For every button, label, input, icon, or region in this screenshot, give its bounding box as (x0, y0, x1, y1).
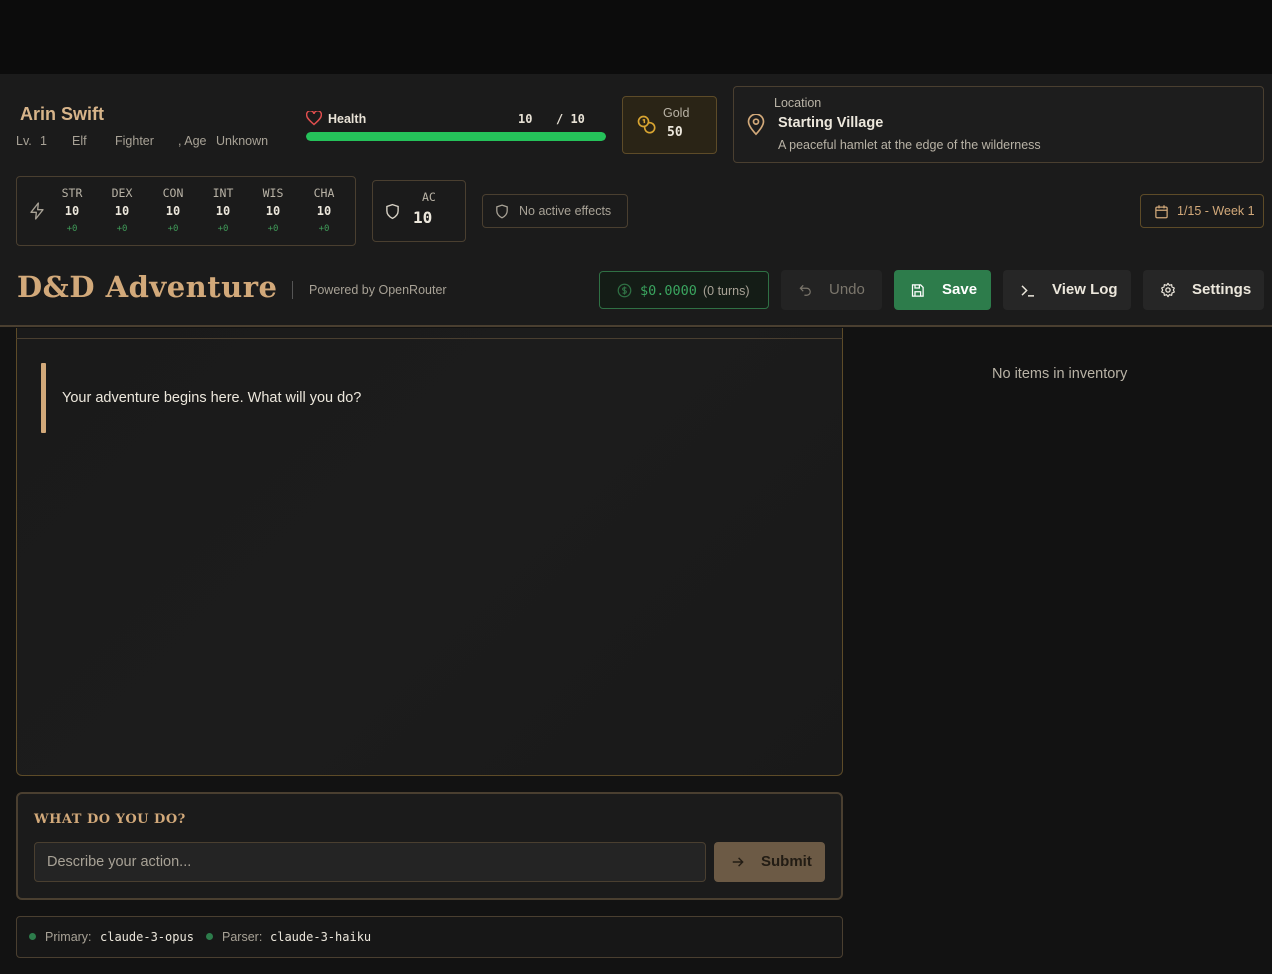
map-pin-icon (747, 114, 765, 136)
stat-value-dex: 10 (114, 204, 130, 218)
stat-name-con: CON (162, 186, 184, 200)
level-value: 1 (40, 134, 47, 148)
submit-button[interactable]: Submit (714, 842, 825, 882)
top-bar (0, 0, 1272, 74)
action-prompt-title: WHAT DO YOU DO? (34, 812, 186, 827)
arrow-right-icon (732, 857, 744, 867)
shield-icon (386, 203, 399, 220)
effects-label: No active effects (519, 204, 612, 218)
coins-icon (637, 115, 656, 134)
stat-modifier-con: +0 (167, 224, 179, 234)
undo-icon (799, 284, 811, 296)
stat-name-cha: CHA (313, 186, 335, 200)
character-race: Elf (72, 134, 87, 148)
submit-label: Submit (761, 853, 812, 870)
age-value: Unknown (216, 134, 269, 148)
view-log-label: View Log (1052, 281, 1118, 298)
terminal-icon (1021, 285, 1034, 297)
stat-name-str: STR (61, 186, 83, 200)
age-label: , Age (178, 134, 207, 148)
gold-value: 50 (667, 125, 683, 140)
primary-status-dot (29, 933, 36, 940)
app-subtitle: Powered by OpenRouter (309, 283, 447, 297)
parser-model-label: Parser: (222, 930, 263, 944)
shield-icon (496, 204, 508, 219)
stat-value-con: 10 (165, 204, 181, 218)
level-label: Lv. (16, 134, 32, 148)
action-input[interactable] (34, 842, 706, 882)
stat-modifier-dex: +0 (116, 224, 128, 234)
health-max: / 10 (556, 112, 585, 126)
health-bar (306, 132, 606, 141)
date-label: 1/15 - Week 1 (1177, 204, 1255, 218)
location-description: A peaceful hamlet at the edge of the wil… (778, 138, 1041, 152)
settings-label: Settings (1192, 281, 1252, 298)
heart-icon (306, 111, 322, 126)
stat-name-dex: DEX (111, 186, 133, 200)
parser-status-dot (206, 933, 213, 940)
stat-modifier-int: +0 (217, 224, 229, 234)
dollar-circle-icon (617, 283, 632, 298)
primary-model-label: Primary: (45, 930, 92, 944)
stat-modifier-str: +0 (66, 224, 78, 234)
primary-model-value: claude-3-opus (100, 930, 194, 944)
app-title: D&D Adventure (17, 270, 278, 304)
story-divider (16, 338, 843, 339)
date-badge: 1/15 - Week 1 (1140, 194, 1264, 228)
cost-value: $0.0000 (640, 283, 697, 299)
cost-indicator[interactable]: $0.0000 (0 turns) (599, 271, 769, 309)
inventory-empty-message: No items in inventory (992, 366, 1128, 382)
gear-icon (1161, 282, 1175, 298)
stat-name-wis: WIS (262, 186, 284, 200)
title-divider (292, 281, 293, 299)
health-current: 10 (518, 112, 533, 126)
lightning-icon (30, 202, 44, 220)
stat-value-wis: 10 (265, 204, 281, 218)
save-label: Save (942, 281, 978, 298)
health-bar-fill (306, 132, 606, 141)
effects-badge: No active effects (482, 194, 628, 228)
stat-modifier-cha: +0 (318, 224, 330, 234)
turn-count: (0 turns) (703, 284, 750, 298)
location-label: Location (774, 96, 822, 110)
stat-modifier-wis: +0 (267, 224, 279, 234)
undo-button[interactable]: Undo (781, 270, 882, 310)
undo-label: Undo (829, 281, 865, 298)
armor-class-value: 10 (413, 208, 433, 227)
character-class: Fighter (115, 134, 154, 148)
narration-text: Your adventure begins here. What will yo… (62, 390, 362, 406)
view-log-button[interactable]: View Log (1003, 270, 1131, 310)
settings-button[interactable]: Settings (1143, 270, 1264, 310)
calendar-icon (1155, 205, 1168, 219)
armor-class-label: AC (422, 190, 436, 204)
location-name: Starting Village (778, 115, 884, 131)
stat-value-int: 10 (215, 204, 231, 218)
stat-value-str: 10 (64, 204, 80, 218)
stat-name-int: INT (212, 186, 234, 200)
parser-model-value: claude-3-haiku (270, 930, 372, 944)
save-icon (911, 284, 924, 297)
character-name: Arin Swift (20, 104, 104, 124)
narration-accent-bar (41, 363, 46, 433)
health-label: Health (328, 112, 367, 126)
stat-value-cha: 10 (316, 204, 332, 218)
save-button[interactable]: Save (894, 270, 991, 310)
gold-label: Gold (663, 106, 690, 120)
